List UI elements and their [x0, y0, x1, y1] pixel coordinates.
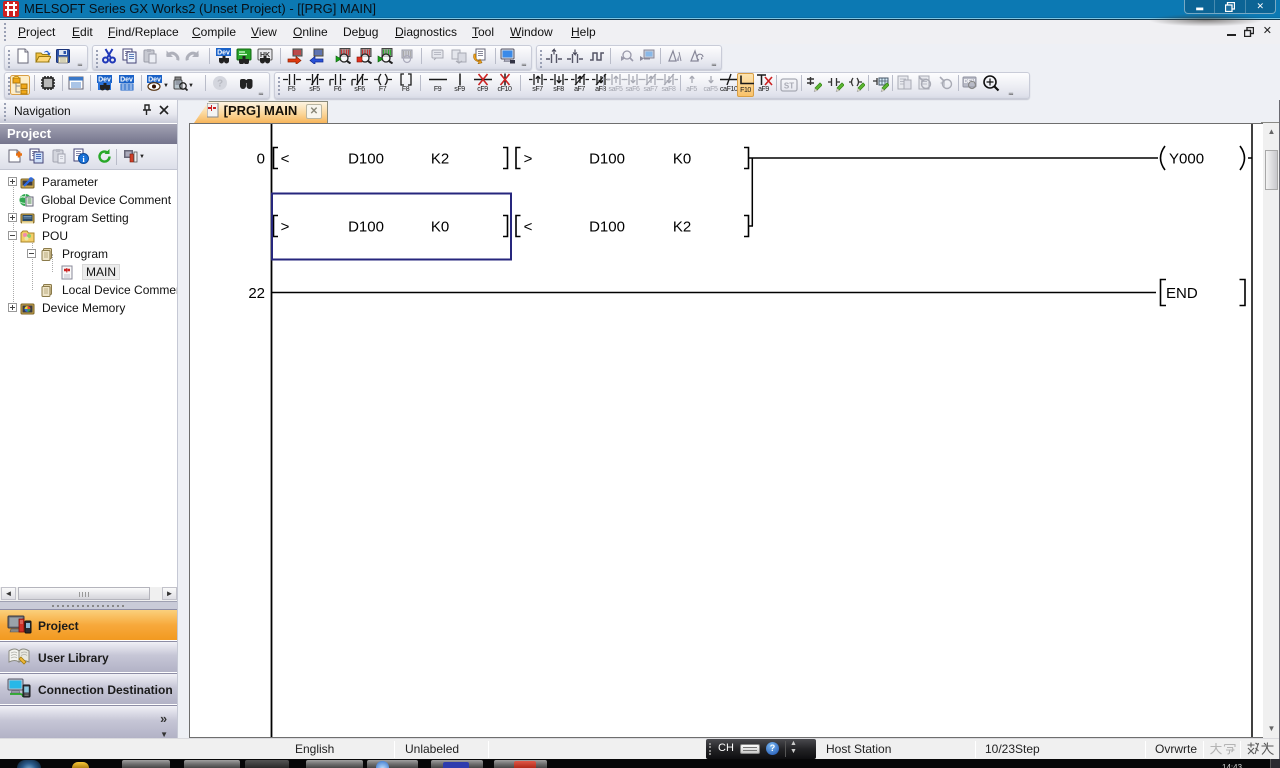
- svg-text:Dev: Dev: [120, 77, 133, 84]
- svg-text:K2: K2: [431, 150, 449, 167]
- svg-text:>: >: [524, 150, 533, 167]
- svg-text:22: 22: [248, 285, 265, 302]
- svg-text:K0: K0: [673, 150, 691, 167]
- svg-text:<: <: [281, 150, 290, 167]
- svg-text:Y000: Y000: [1169, 150, 1204, 167]
- svg-text:ST: ST: [784, 82, 794, 91]
- svg-text:D100: D100: [348, 150, 384, 167]
- svg-text:D100: D100: [348, 218, 384, 235]
- svg-text:Dev: Dev: [217, 50, 230, 57]
- svg-text:K2: K2: [673, 218, 691, 235]
- svg-text:0: 0: [257, 150, 265, 167]
- svg-text:END: END: [1166, 285, 1198, 302]
- svg-text:K0: K0: [431, 218, 449, 235]
- svg-text:D100: D100: [589, 218, 625, 235]
- svg-text:D100: D100: [589, 150, 625, 167]
- svg-text:<: <: [524, 218, 533, 235]
- svg-text:?: ?: [217, 79, 223, 90]
- svg-text:>: >: [281, 218, 290, 235]
